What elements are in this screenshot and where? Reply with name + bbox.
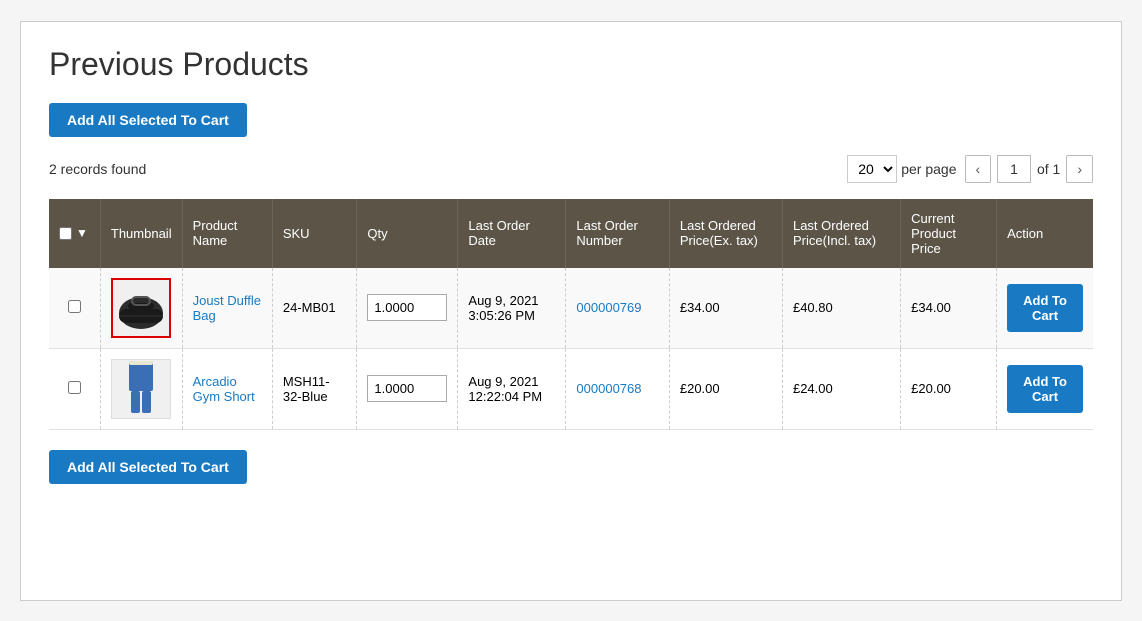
add-all-top-button[interactable]: Add All Selected To Cart: [49, 103, 247, 137]
order-number-link[interactable]: 000000769: [576, 300, 641, 315]
row-checkbox-cell: [49, 268, 100, 349]
current-price-cell: £34.00: [901, 268, 997, 349]
qty-input[interactable]: [367, 375, 447, 402]
product-table: ▼ Thumbnail Product Name SKU Qty Last Or…: [49, 199, 1093, 430]
per-page-select: 20 30 50 per page: [847, 155, 956, 183]
add-all-bottom-button[interactable]: Add All Selected To Cart: [49, 450, 247, 484]
table-row: Arcadio Gym Short MSH11-32-Blue Aug 9, 202…: [49, 348, 1093, 429]
page-title: Previous Products: [49, 46, 1093, 83]
add-to-cart-button[interactable]: Add To Cart: [1007, 365, 1083, 413]
total-pages-label: of 1: [1037, 161, 1060, 177]
header-last-order-date: Last Order Date: [458, 199, 566, 268]
product-thumbnail: [111, 359, 171, 419]
qty-cell: [357, 268, 458, 349]
product-name-link[interactable]: Joust Duffle Bag: [193, 293, 261, 323]
per-page-label: per page: [901, 161, 956, 177]
row-checkbox[interactable]: [68, 300, 81, 313]
bottom-button-area: Add All Selected To Cart: [49, 450, 1093, 502]
last-price-ex-cell: £34.00: [669, 268, 782, 349]
thumbnail-cell: [100, 268, 182, 349]
action-cell: Add To Cart: [997, 348, 1093, 429]
last-order-number-cell: 000000769: [566, 268, 669, 349]
qty-cell: [357, 348, 458, 429]
select-all-checkbox[interactable]: [59, 227, 72, 240]
thumbnail-cell: [100, 348, 182, 429]
toolbar: 2 records found 20 30 50 per page ‹ 1 of…: [49, 155, 1093, 183]
last-price-incl-cell: £24.00: [782, 348, 900, 429]
table-row: Joust Duffle Bag 24-MB01 Aug 9, 2021 3:05:…: [49, 268, 1093, 349]
header-last-order-number: Last Order Number: [566, 199, 669, 268]
records-found: 2 records found: [49, 161, 146, 177]
product-name-cell: Arcadio Gym Short: [182, 348, 272, 429]
header-qty: Qty: [357, 199, 458, 268]
header-last-price-ex: Last Ordered Price(Ex. tax): [669, 199, 782, 268]
table-header-row: ▼ Thumbnail Product Name SKU Qty Last Or…: [49, 199, 1093, 268]
per-page-dropdown[interactable]: 20 30 50: [847, 155, 897, 183]
header-current-price: Current Product Price: [901, 199, 997, 268]
prev-page-button[interactable]: ‹: [965, 155, 992, 183]
row-checkbox-cell: [49, 348, 100, 429]
header-last-price-incl: Last Ordered Price(Incl. tax): [782, 199, 900, 268]
pagination-controls: 20 30 50 per page ‹ 1 of 1 ›: [847, 155, 1093, 183]
last-price-ex-cell: £20.00: [669, 348, 782, 429]
current-price-cell: £20.00: [901, 348, 997, 429]
page-wrapper: Previous Products Add All Selected To Ca…: [20, 21, 1122, 601]
header-thumbnail: Thumbnail: [100, 199, 182, 268]
last-order-date-cell: Aug 9, 2021 12:22:04 PM: [458, 348, 566, 429]
header-product-name: Product Name: [182, 199, 272, 268]
product-name-cell: Joust Duffle Bag: [182, 268, 272, 349]
last-order-number-cell: 000000768: [566, 348, 669, 429]
product-name-link[interactable]: Arcadio Gym Short: [193, 374, 255, 404]
sku-cell: 24-MB01: [272, 268, 357, 349]
sku-cell: MSH11-32-Blue: [272, 348, 357, 429]
action-cell: Add To Cart: [997, 268, 1093, 349]
header-checkbox-col: ▼: [49, 199, 100, 268]
add-to-cart-button[interactable]: Add To Cart: [1007, 284, 1083, 332]
current-page-display: 1: [997, 155, 1031, 183]
last-price-incl-cell: £40.80: [782, 268, 900, 349]
row-checkbox[interactable]: [68, 381, 81, 394]
qty-input[interactable]: [367, 294, 447, 321]
header-sku: SKU: [272, 199, 357, 268]
checkbox-dropdown-button[interactable]: ▼: [74, 224, 90, 242]
product-thumbnail: [111, 278, 171, 338]
last-order-date-cell: Aug 9, 2021 3:05:26 PM: [458, 268, 566, 349]
next-page-button[interactable]: ›: [1066, 155, 1093, 183]
header-action: Action: [997, 199, 1093, 268]
page-navigation: ‹ 1 of 1 ›: [965, 155, 1094, 183]
order-number-link[interactable]: 000000768: [576, 381, 641, 396]
